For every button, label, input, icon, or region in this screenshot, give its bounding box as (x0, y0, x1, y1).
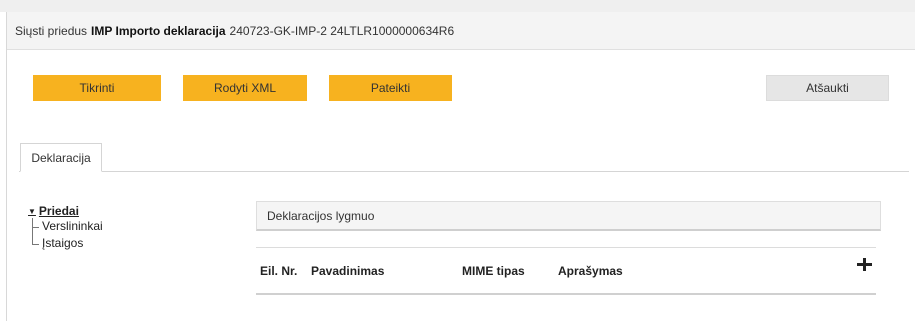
submit-button[interactable]: Pateikti (329, 75, 452, 101)
header-doc-type: IMP Importo deklaracija (91, 23, 226, 38)
header-prefix: Siųsti priedus (15, 23, 88, 38)
tab-deklaracija[interactable]: Deklaracija (20, 143, 102, 172)
table-header-border (256, 293, 876, 295)
attachments-table-header: Eil. Nr. Pavadinimas MIME tipas Aprašyma… (256, 248, 876, 294)
level-label: Deklaracijos lygmuo (267, 208, 375, 223)
column-header-name: Pavadinimas (311, 264, 385, 278)
header-doc-id: 240723-GK-IMP-2 24LTLR1000000634R6 (229, 23, 455, 38)
tree-root-label: Priedai (38, 204, 79, 218)
tree-item-verslininkai[interactable]: Verslininkai (28, 218, 103, 235)
column-header-row-number: Eil. Nr. (260, 264, 298, 278)
attachments-tree: ▼ Priedai Verslininkai Įstaigos (28, 204, 103, 252)
add-attachment-icon[interactable] (856, 257, 872, 273)
column-header-mime-type: MIME tipas (462, 264, 525, 278)
level-panel: Deklaracijos lygmuo (256, 201, 881, 231)
tree-item-istaigos[interactable]: Įstaigos (28, 235, 103, 252)
tabs-divider (19, 171, 909, 172)
dialog-header: Siųsti priedus IMP Importo deklaracija 2… (7, 12, 915, 50)
cancel-button[interactable]: Atšaukti (766, 75, 889, 101)
tree-root-priedai[interactable]: ▼ Priedai (28, 204, 103, 218)
column-header-description: Aprašymas (558, 264, 623, 278)
show-xml-button[interactable]: Rodyti XML (183, 75, 307, 101)
caret-down-icon[interactable]: ▼ (28, 207, 36, 216)
check-button[interactable]: Tikrinti (33, 75, 161, 101)
top-strip (0, 0, 915, 12)
dialog-frame: Siųsti priedus IMP Importo deklaracija 2… (6, 12, 915, 321)
